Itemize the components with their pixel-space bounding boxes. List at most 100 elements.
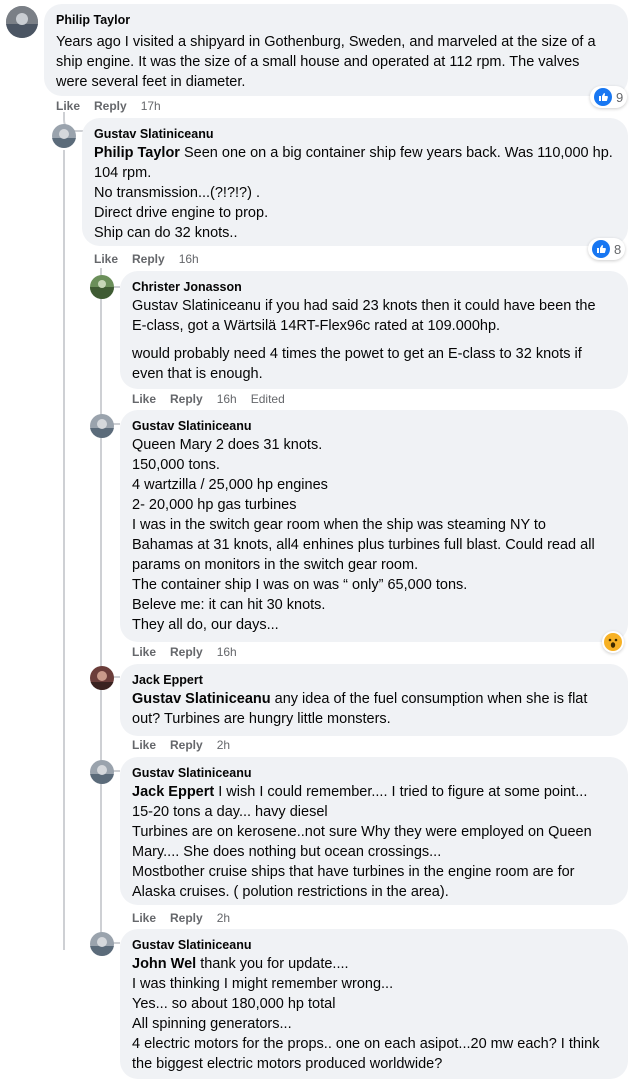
comment-line: E-class, got a Wärtsilä 14RT-Flex96c rat… <box>132 318 501 334</box>
reaction-count[interactable]: 9 <box>590 86 628 108</box>
reply-button[interactable]: Reply <box>132 252 165 266</box>
comment-line: ship engine. It was the size of a small … <box>56 54 580 70</box>
mention-link[interactable]: Gustav Slatiniceanu <box>132 691 271 707</box>
comment-bubble: Christer Jonasson Gustav Slatiniceanu if… <box>120 271 628 389</box>
mention-link[interactable]: John Wel <box>132 956 196 972</box>
comment-line: would probably need 4 times the powet to… <box>132 346 582 362</box>
comment-line: 4 electric motors for the props.. one on… <box>132 1036 600 1052</box>
mention-link[interactable]: Philip Taylor <box>94 145 180 161</box>
reply-button[interactable]: Reply <box>170 738 203 752</box>
comment-line: Gustav Slatiniceanu if you had said 23 k… <box>132 298 596 314</box>
comment-line: the biggest electric motors produced wor… <box>132 1056 443 1072</box>
comment-line: 150,000 tons. <box>132 457 220 473</box>
avatar[interactable] <box>52 124 76 148</box>
like-button[interactable]: Like <box>132 911 156 925</box>
like-button[interactable]: Like <box>132 645 156 659</box>
comment-author[interactable]: Philip Taylor <box>56 13 130 27</box>
edited-label: Edited <box>250 392 285 406</box>
comment-line: out? Turbines are hungry little monsters… <box>132 711 391 727</box>
timestamp[interactable]: 17h <box>141 99 161 113</box>
reply-button[interactable]: Reply <box>170 392 203 406</box>
comment-line: Mostbother cruise ships that have turbin… <box>132 864 575 880</box>
timestamp[interactable]: 16h <box>217 645 237 659</box>
comment-actions: Like Reply 2h <box>132 910 244 926</box>
comment-line: I wish I could remember.... I tried to f… <box>218 784 588 800</box>
avatar[interactable] <box>90 666 114 690</box>
comment-line: any idea of the fuel consumption when sh… <box>274 691 588 707</box>
comment-actions: Like Reply 2h <box>132 737 244 753</box>
reaction-number: 8 <box>614 241 622 257</box>
reaction-number: 9 <box>616 89 624 105</box>
like-reaction-icon <box>592 240 610 258</box>
comment-text: Years ago I visited a shipyard in Gothen… <box>56 32 626 92</box>
comment-bubble: Gustav Slatiniceanu Queen Mary 2 does 31… <box>120 410 628 642</box>
comment-line: params on monitors in the switch gear ro… <box>132 557 419 573</box>
like-button[interactable]: Like <box>56 99 80 113</box>
comment-actions: Like Reply 16h Edited <box>132 391 299 407</box>
avatar[interactable] <box>90 414 114 438</box>
avatar[interactable] <box>90 760 114 784</box>
comment-line: 2- 20,000 hp gas turbines <box>132 497 297 513</box>
avatar[interactable] <box>6 6 38 38</box>
comment-bubble: Gustav Slatiniceanu Jack Eppert I wish I… <box>120 757 628 905</box>
like-reaction-icon <box>594 88 612 106</box>
comment-line: Years ago I visited a shipyard in Gothen… <box>56 34 596 50</box>
comment-line: Queen Mary 2 does 31 knots. <box>132 437 323 453</box>
comment-text: Gustav Slatiniceanu any idea of the fuel… <box>132 689 626 729</box>
comment-line: Direct drive engine to prop. <box>94 205 269 221</box>
comment-actions: Like Reply 16h <box>132 644 251 660</box>
comment-line: Mary.... She does nothing but ocean cros… <box>132 844 442 860</box>
comment-line: No transmission...(?!?!?) . <box>94 185 260 201</box>
timestamp[interactable]: 2h <box>217 911 230 925</box>
reaction-count[interactable]: 8 <box>588 238 626 260</box>
reply-button[interactable]: Reply <box>170 645 203 659</box>
comment-line: Bahamas at 31 knots, all4 enhines plus t… <box>132 537 595 553</box>
comment-text: Jack Eppert I wish I could remember.... … <box>132 782 626 902</box>
comment-line: All spinning generators... <box>132 1016 292 1032</box>
comment-author[interactable]: Gustav Slatiniceanu <box>132 938 251 952</box>
comment-line: 4 wartzilla / 25,000 hp engines <box>132 477 328 493</box>
comment-bubble: Gustav Slatiniceanu John Wel thank you f… <box>120 929 628 1079</box>
comment-line: 104 rpm. <box>94 165 152 181</box>
comment-author[interactable]: Gustav Slatiniceanu <box>94 127 213 141</box>
comment-line: Beleve me: it can hit 30 knots. <box>132 597 326 613</box>
avatar[interactable] <box>90 932 114 956</box>
like-button[interactable]: Like <box>94 252 118 266</box>
comment-bubble: Jack Eppert Gustav Slatiniceanu any idea… <box>120 664 628 736</box>
comment-actions: Like Reply 16h <box>94 251 213 267</box>
avatar[interactable] <box>90 275 114 299</box>
reaction-count[interactable] <box>602 631 624 653</box>
like-button[interactable]: Like <box>132 738 156 752</box>
comment-text: Gustav Slatiniceanu if you had said 23 k… <box>132 296 626 384</box>
like-button[interactable]: Like <box>132 392 156 406</box>
comment-author[interactable]: Gustav Slatiniceanu <box>132 419 251 433</box>
comment-line: Turbines are on kerosene..not sure Why t… <box>132 824 592 840</box>
timestamp[interactable]: 2h <box>217 738 230 752</box>
comment-line: I was thinking I might remember wrong... <box>132 976 394 992</box>
timestamp[interactable]: 16h <box>217 392 237 406</box>
comment-line: thank you for update.... <box>200 956 349 972</box>
thread-line <box>63 150 65 950</box>
wow-reaction-icon <box>604 633 622 651</box>
timestamp[interactable]: 16h <box>179 252 199 266</box>
comment-bubble: Gustav Slatiniceanu Philip Taylor Seen o… <box>82 118 628 246</box>
comment-line: even that is enough. <box>132 366 263 382</box>
comment-line: They all do, our days... <box>132 617 279 633</box>
comment-line: The container ship I was on was “ only” … <box>132 577 468 593</box>
reply-button[interactable]: Reply <box>94 99 127 113</box>
comment-author[interactable]: Jack Eppert <box>132 673 203 687</box>
comment-text: Philip Taylor Seen one on a big containe… <box>94 143 624 243</box>
comment-author[interactable]: Gustav Slatiniceanu <box>132 766 251 780</box>
comment-line: Ship can do 32 knots.. <box>94 225 238 241</box>
comment-author[interactable]: Christer Jonasson <box>132 280 242 294</box>
comment-actions: Like Reply 17h <box>56 98 175 114</box>
comment-line: I was in the switch gear room when the s… <box>132 517 546 533</box>
comment-line: Seen one on a big container ship few yea… <box>183 145 613 161</box>
comment-line: Alaska cruises. ( polution restrictions … <box>132 884 449 900</box>
reply-button[interactable]: Reply <box>170 911 203 925</box>
comment-line: 15-20 tons a day... havy diesel <box>132 804 328 820</box>
comment-line: were several feet in diameter. <box>56 74 246 90</box>
mention-link[interactable]: Jack Eppert <box>132 784 214 800</box>
comment-text: John Wel thank you for update.... I was … <box>132 954 626 1074</box>
comment-text: Queen Mary 2 does 31 knots. 150,000 tons… <box>132 435 626 635</box>
